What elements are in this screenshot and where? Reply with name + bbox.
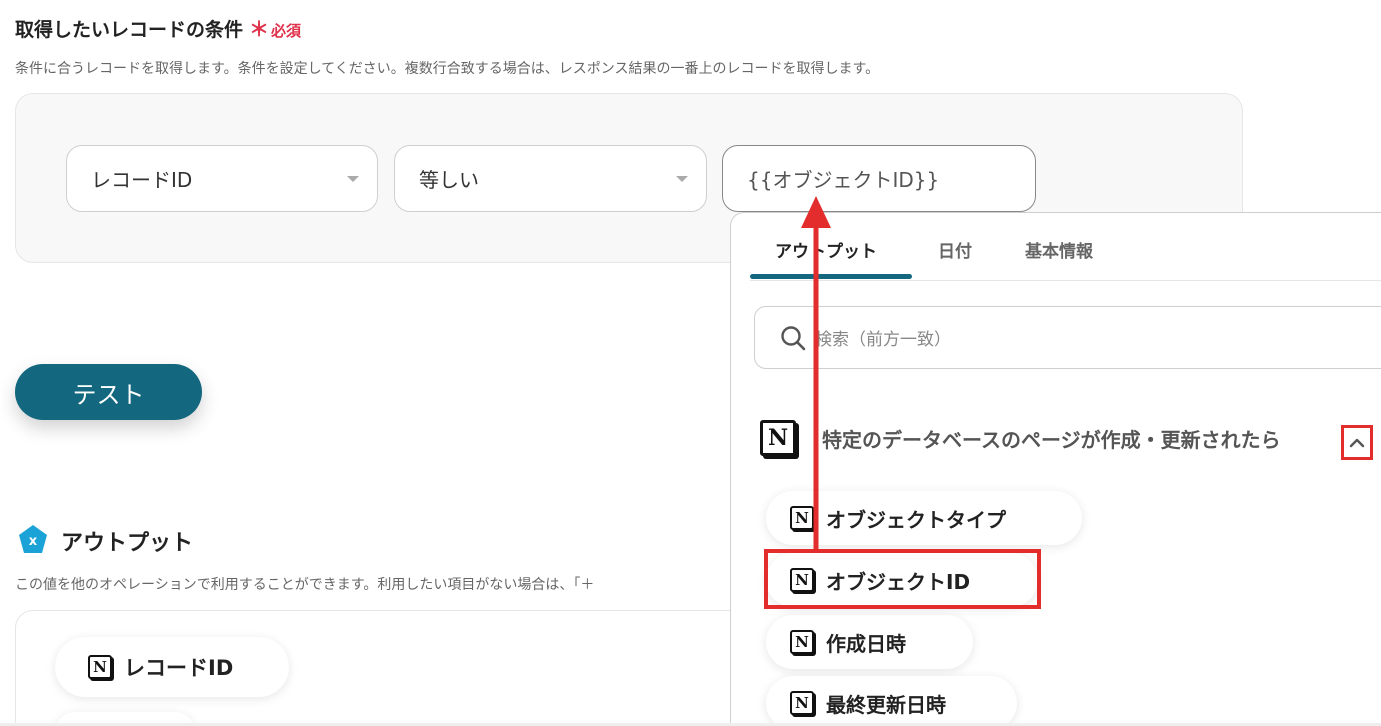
collapse-button[interactable] [1341, 425, 1373, 460]
output-x-icon: x [19, 525, 47, 553]
field-select-value: レコードID [91, 168, 193, 192]
caret-down-icon [347, 176, 359, 182]
operator-select[interactable]: 等しい [394, 145, 707, 212]
output-chip-label: レコードID [124, 656, 234, 680]
notion-icon: N [790, 691, 814, 715]
section-title: 取得したいレコードの条件＊必須 [15, 13, 301, 42]
output-item-label: 最終更新日時 [826, 692, 946, 717]
output-item-object-type[interactable]: N オブジェクトタイプ [766, 491, 1082, 545]
output-item-label: オブジェクトタイプ [826, 507, 1006, 532]
notion-icon: N [760, 420, 796, 456]
output-title: アウトプット [61, 531, 194, 556]
notion-icon: N [88, 655, 112, 679]
notion-icon: N [790, 506, 814, 530]
operator-select-value: 等しい [419, 168, 479, 192]
value-input-text: {{オブジェクトID}} [747, 168, 940, 192]
search-placeholder: 検索（前方一致） [815, 330, 951, 350]
value-input[interactable]: {{オブジェクトID}} [722, 145, 1036, 212]
output-chip[interactable]: N レコードID [55, 637, 289, 697]
svg-text:x: x [29, 534, 38, 549]
active-tab-indicator [750, 274, 912, 279]
chevron-up-icon [1349, 438, 1365, 447]
search-icon [781, 326, 806, 351]
notion-icon: N [790, 630, 814, 654]
tab-date[interactable]: 日付 [938, 237, 972, 262]
output-item-label: 作成日時 [826, 631, 906, 656]
caret-down-icon [676, 176, 688, 182]
required-mark: ＊ [249, 17, 270, 41]
tab-output[interactable]: アウトプット [775, 237, 877, 262]
tab-basic-info[interactable]: 基本情報 [1025, 237, 1093, 262]
output-group-header[interactable]: N 特定のデータベースのページが作成・更新されたら [760, 420, 1281, 456]
section-title-text: 取得したいレコードの条件 [15, 19, 244, 41]
field-select[interactable]: レコードID [66, 145, 378, 212]
output-item-created-time[interactable]: N 作成日時 [766, 615, 973, 669]
output-item-updated-time[interactable]: N 最終更新日時 [766, 676, 1017, 726]
search-input[interactable]: 検索（前方一致） [754, 306, 1381, 369]
output-description: この値を他のオペレーションで利用することができます。利用したい項目がない場合は、… [15, 577, 595, 593]
group-title: 特定のデータベースのページが作成・更新されたら [822, 427, 1281, 452]
required-label: 必須 [271, 22, 302, 40]
annotation-highlight-box [764, 549, 1041, 609]
section-description: 条件に合うレコードを取得します。条件を設定してください。複数行合致する場合は、レ… [15, 61, 880, 77]
test-button[interactable]: テスト [15, 364, 202, 420]
